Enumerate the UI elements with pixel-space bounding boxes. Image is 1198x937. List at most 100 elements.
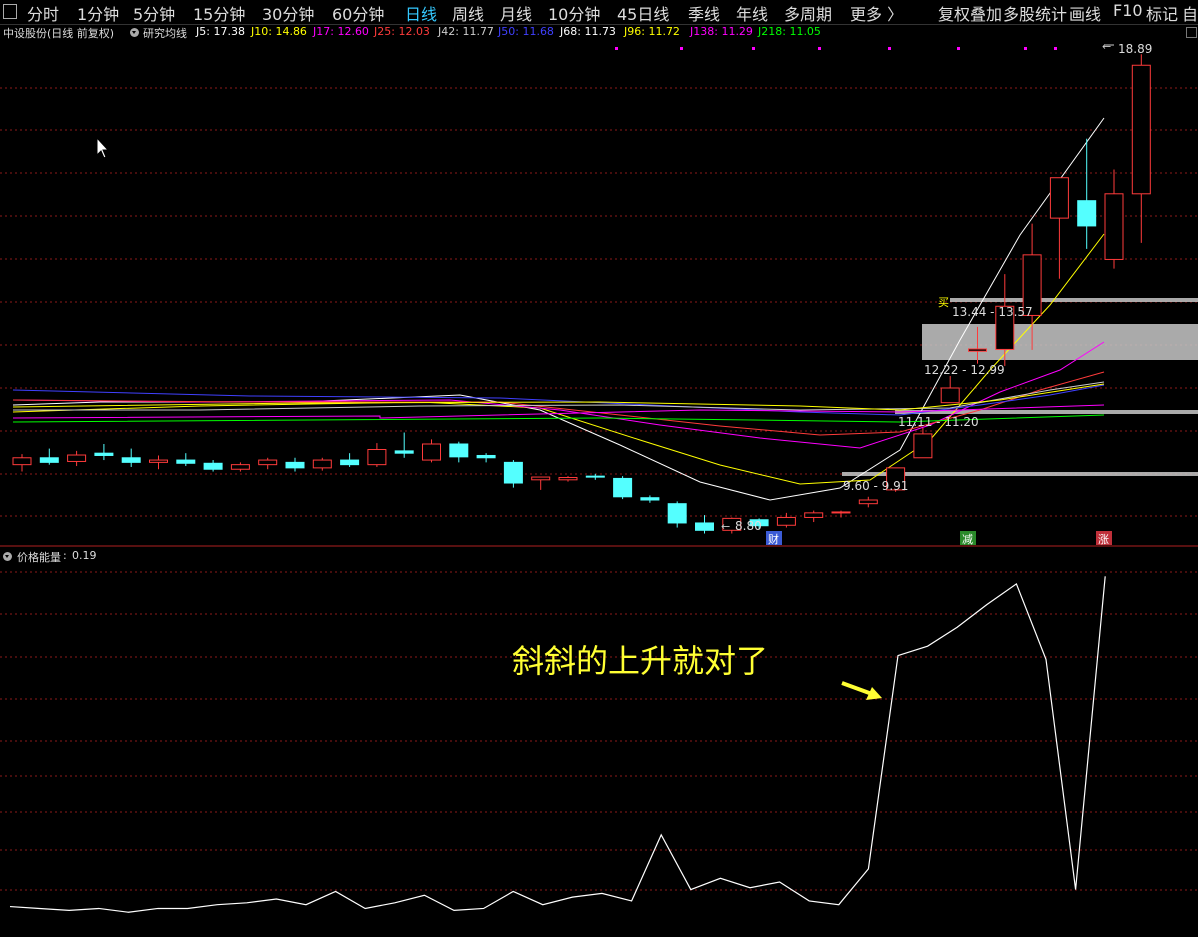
- candle-3: [94, 444, 114, 461]
- candle-41: [1131, 54, 1151, 243]
- event-badge-0[interactable]: 财: [766, 531, 782, 546]
- period-tab-0[interactable]: 分时: [27, 1, 59, 25]
- candle-7: [203, 460, 223, 472]
- candle-2: [67, 450, 87, 467]
- candle-38: [1049, 177, 1069, 279]
- event-badge-2[interactable]: 涨: [1096, 531, 1112, 546]
- candle-9: [258, 457, 278, 470]
- svg-text:财: 财: [768, 532, 779, 546]
- zone-label-2: 11.11 - 11.20: [898, 415, 979, 429]
- period-tab-9[interactable]: 10分钟: [548, 1, 600, 25]
- candle-4: [121, 448, 141, 467]
- energy-chart[interactable]: [0, 548, 1198, 937]
- ma-value-2: J17: 12.60: [313, 25, 369, 38]
- signal-dot-6: [1024, 47, 1027, 50]
- annotation-text: 斜斜的上升就对了: [512, 642, 769, 680]
- candle-16: [449, 441, 469, 463]
- candle-29: [804, 510, 824, 523]
- stock-name: 中设股份(日线 前复权): [3, 27, 115, 40]
- ma-value-7: J96: 11.72: [624, 25, 680, 38]
- svg-text:减: 减: [962, 533, 973, 546]
- low-arrow-glyph: ←: [721, 520, 730, 533]
- candle-11: [312, 457, 332, 471]
- tool-button-3[interactable]: 统计: [1035, 1, 1067, 25]
- candle-24: [667, 501, 687, 528]
- price-zone-1: [922, 324, 1198, 360]
- candle-30: [831, 510, 851, 518]
- period-tab-5[interactable]: 60分钟: [332, 1, 384, 25]
- candle-0: [12, 454, 32, 472]
- candle-12: [340, 453, 360, 467]
- candle-1: [39, 448, 59, 465]
- signal-dot-1: [680, 47, 683, 50]
- period-tab-2[interactable]: 5分钟: [133, 1, 175, 25]
- candle-5: [149, 455, 168, 470]
- zone-label-1: 12.22 - 12.99: [924, 363, 1005, 377]
- energy-line: [9, 576, 1106, 913]
- zone-label-3: 9.60 - 9.91: [843, 479, 908, 493]
- candle-13: [367, 443, 387, 467]
- candle-23: [640, 495, 660, 503]
- candle-19: [531, 476, 551, 490]
- candle-14: [394, 432, 414, 458]
- signal-dot-5: [957, 47, 960, 50]
- buy-marker: 买: [938, 296, 949, 309]
- period-tab-10[interactable]: 45日线: [617, 1, 669, 25]
- candle-20: [558, 476, 578, 482]
- indicator-name[interactable]: 研究均线: [143, 25, 187, 41]
- signal-dot-3: [818, 47, 821, 50]
- candle-18: [503, 460, 523, 488]
- candle-10: [285, 457, 305, 472]
- candle-6: [176, 453, 196, 467]
- high-price-label: 18.89: [1118, 42, 1152, 56]
- high-arrow-glyph: ←: [1102, 40, 1111, 53]
- ma-value-1: J10: 14.86: [251, 25, 307, 38]
- tool-button-5[interactable]: F10: [1113, 1, 1143, 20]
- ma-value-8: J138: 11.29: [690, 25, 753, 38]
- signal-dot-4: [888, 47, 891, 50]
- period-tab-4[interactable]: 30分钟: [262, 1, 314, 25]
- more-periods-button[interactable]: 更多 〉: [850, 1, 903, 25]
- tool-button-1[interactable]: 叠加: [970, 1, 1002, 25]
- ma-value-6: J68: 11.73: [560, 25, 616, 38]
- period-tab-11[interactable]: 季线: [688, 1, 720, 25]
- tool-button-4[interactable]: 画线: [1069, 1, 1101, 25]
- candle-34: [940, 376, 960, 404]
- signal-dot-0: [615, 47, 618, 50]
- tool-button-0[interactable]: 复权: [938, 1, 970, 25]
- candle-25: [695, 515, 714, 534]
- period-tab-1[interactable]: 1分钟: [77, 1, 119, 25]
- kline-chart[interactable]: ← 18.89 ← 8.80 13.44 - 13.57 12.22 - 12.99 11.…: [0, 40, 1198, 547]
- ma-line-0: [12, 117, 1105, 501]
- candle-15: [422, 439, 441, 463]
- period-toolbar: 分时 1分钟 5分钟 15分钟 30分钟 60分钟 日线 周线 月线 10分钟 45日线 季线 年线 多周…: [0, 0, 1198, 25]
- price-zone-0: [950, 298, 1198, 302]
- candle-8: [230, 462, 250, 472]
- zone-label-0: 13.44 - 13.57: [952, 305, 1033, 319]
- indicator-dropdown-icon[interactable]: [130, 28, 139, 37]
- period-tab-13[interactable]: 多周期: [784, 1, 832, 25]
- candle-40: [1104, 169, 1124, 269]
- low-price-label: 8.80: [735, 519, 762, 533]
- candle-31: [858, 496, 878, 508]
- svg-text:涨: 涨: [1098, 533, 1109, 546]
- period-tab-6[interactable]: 日线: [405, 1, 437, 25]
- period-tab-8[interactable]: 月线: [500, 1, 532, 25]
- indicator-header: 中设股份(日线 前复权) 研究均线 J5: 17.38 J10: 14.86 J17…: [0, 24, 1198, 40]
- candle-17: [476, 453, 496, 463]
- menu-box-icon[interactable]: [3, 4, 17, 19]
- tool-button-7[interactable]: 自: [1182, 1, 1198, 25]
- tool-button-6[interactable]: 标记: [1146, 1, 1178, 25]
- period-tab-12[interactable]: 年线: [736, 1, 768, 25]
- ma-value-5: J50: 11.68: [498, 25, 554, 38]
- event-badge-1[interactable]: 减: [960, 531, 976, 546]
- period-tab-7[interactable]: 周线: [452, 1, 484, 25]
- ma-value-0: J5: 17.38: [196, 25, 245, 38]
- candle-39: [1077, 138, 1097, 249]
- ma-value-3: J25: 12.03: [374, 25, 430, 38]
- maximize-icon[interactable]: [1186, 27, 1197, 38]
- candle-22: [613, 476, 633, 500]
- candle-33: [913, 427, 933, 459]
- tool-button-2[interactable]: 多股: [1003, 1, 1035, 25]
- period-tab-3[interactable]: 15分钟: [193, 1, 245, 25]
